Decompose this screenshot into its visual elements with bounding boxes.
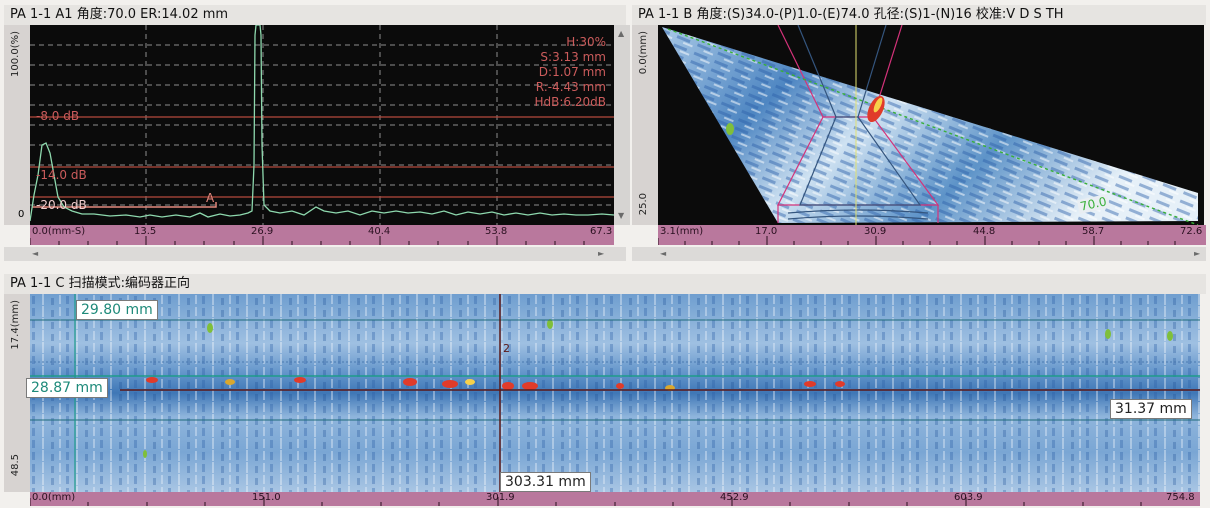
c-scan-ruler-tick-0: 0.0(mm) xyxy=(32,492,76,503)
b-scan-ruler-tick-3: 44.8 xyxy=(973,226,996,237)
scroll-left-icon[interactable]: ◄ xyxy=(32,249,38,258)
a-scan-readouts: H:30% S:3.13 mm D:1.07 mm R:-4.43 mm HdB… xyxy=(535,35,606,110)
a-scan-dac-label-mid: -14.0 dB xyxy=(36,168,87,182)
c-scan-right-cursor-readout: 31.37 mm xyxy=(1110,399,1192,419)
b-scan-y-axis-bottom: 25.0 xyxy=(638,193,649,216)
b-scan-display[interactable]: 70.0 xyxy=(658,25,1204,225)
b-scan-ruler-tick-0: 3.1(mm) xyxy=(660,226,704,237)
b-scan-ruler-tick-1: 17.0 xyxy=(755,226,778,237)
c-scan-y-axis-bottom: 48.5 xyxy=(10,454,21,477)
c-scan-horizontal-ruler: 0.0(mm) 151.0 301.9 452.9 603.9 754.8 xyxy=(30,492,1200,506)
a-scan-dac-label-bottom: -20.0 dB xyxy=(36,198,87,212)
scroll-down-icon[interactable]: ▼ xyxy=(618,211,624,220)
b-scan-sector-image xyxy=(662,25,1199,225)
a-scan-readout-surface-distance: R:-4.43 mm xyxy=(535,80,606,94)
a-scan-readout-hdb: HdB:6.20dB xyxy=(534,95,606,109)
b-scan-ruler-tick-4: 58.7 xyxy=(1082,226,1105,237)
b-scan-ruler-tick-2: 30.9 xyxy=(864,226,887,237)
a-scan-ruler-tick-0: 0.0(mm-S) xyxy=(32,226,86,237)
a-scan-y-axis-label: 100.0(%) xyxy=(10,31,21,77)
scroll-right-icon[interactable]: ► xyxy=(598,249,604,258)
b-scan-horizontal-ruler: 3.1(mm) 17.0 30.9 44.8 58.7 72.6 xyxy=(658,225,1206,245)
c-scan-ruler-tick-5: 754.8 xyxy=(1166,492,1195,503)
c-scan-ruler-tick-3: 452.9 xyxy=(720,492,749,503)
scroll-right-icon[interactable]: ► xyxy=(1194,249,1200,258)
b-scan-vertical-ruler: 0.0(mm) 25.0 xyxy=(632,25,658,225)
a-scan-ruler-ticks xyxy=(30,236,585,245)
b-scan-y-axis-top: 0.0(mm) xyxy=(638,31,649,75)
c-scan-image xyxy=(30,294,1200,492)
a-scan-vertical-ruler: 100.0(%) 0 xyxy=(4,25,30,225)
a-scan-grid xyxy=(30,25,614,225)
a-scan-gate-label: A xyxy=(206,191,215,205)
b-scan-title: PA 1-1 B 角度:(S)34.0-(P)1.0-(E)74.0 孔径:(S… xyxy=(632,5,1206,25)
c-scan-bottom-cursor-readout: 303.31 mm xyxy=(500,472,591,492)
scroll-up-icon[interactable]: ▲ xyxy=(618,29,624,38)
a-scan-trace xyxy=(30,25,614,222)
b-scan-ruler-ticks xyxy=(658,236,1176,245)
c-scan-ruler-tick-2: 301.9 xyxy=(486,492,515,503)
a-scan-vertical-scrollbar[interactable]: ▲ ▼ xyxy=(614,25,630,225)
a-scan-graph xyxy=(30,25,614,225)
c-scan-title: PA 1-1 C 扫描模式:编码器正向 xyxy=(4,274,1206,294)
c-scan-display[interactable]: 2 xyxy=(30,294,1200,492)
a-scan-display[interactable]: H:30% S:3.13 mm D:1.07 mm R:-4.43 mm HdB… xyxy=(30,25,614,225)
c-scan-ruler-tick-1: 151.0 xyxy=(252,492,281,503)
a-scan-dac-label-top: -8.0 dB xyxy=(36,109,80,123)
c-scan-top-cursor-readout: 29.80 mm xyxy=(76,300,158,320)
c-scan-cursor-index: 2 xyxy=(503,342,510,355)
scroll-left-icon[interactable]: ◄ xyxy=(660,249,666,258)
a-scan-ruler-tick-2: 26.9 xyxy=(251,226,274,237)
a-scan-y-tick-bottom: 0 xyxy=(18,209,25,220)
b-scan-horizontal-scrollbar[interactable]: ◄ ► xyxy=(632,247,1206,261)
a-scan-readout-depth: D:1.07 mm xyxy=(538,65,606,79)
a-scan-ruler-tick-3: 40.4 xyxy=(368,226,391,237)
a-scan-horizontal-ruler: 0.0(mm-S) 13.5 26.9 40.4 53.8 67.3 xyxy=(30,225,614,245)
a-scan-title: PA 1-1 A1 角度:70.0 ER:14.02 mm xyxy=(4,5,626,25)
a-scan-readout-height: H:30% xyxy=(566,35,606,49)
c-scan-ruler-tick-4: 603.9 xyxy=(954,492,983,503)
b-scan-ruler-tick-5: 72.6 xyxy=(1180,226,1203,237)
a-scan-readout-sound-path: S:3.13 mm xyxy=(540,50,606,64)
a-scan-ruler-tick-4: 53.8 xyxy=(485,226,508,237)
c-scan-y-axis-top: 17.4(mm) xyxy=(10,300,21,350)
c-scan-ruler-ticks xyxy=(30,497,1142,506)
a-scan-ruler-tick-5: 67.3 xyxy=(590,226,613,237)
c-scan-middle-cursor-readout: 28.87 mm xyxy=(26,378,108,398)
a-scan-ruler-tick-1: 13.5 xyxy=(134,226,157,237)
a-scan-horizontal-scrollbar[interactable]: ◄ ► xyxy=(4,247,626,261)
